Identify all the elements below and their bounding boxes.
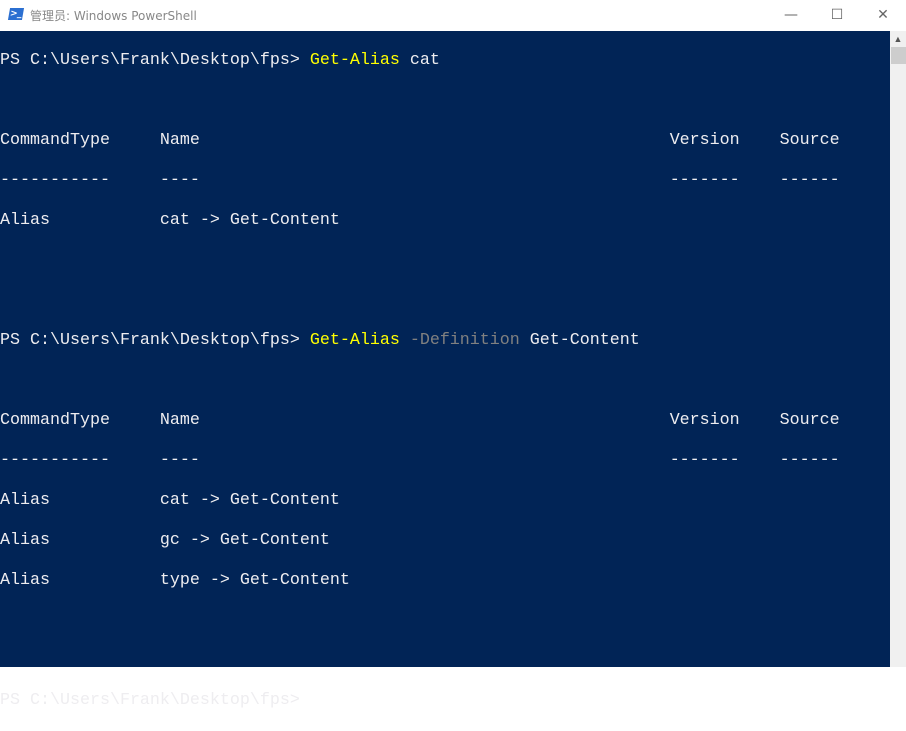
prompt-line[interactable]: PS C:\Users\Frank\Desktop\fps> <box>0 691 890 711</box>
vertical-scrollbar[interactable]: ▲ <box>890 31 906 667</box>
command: Get-Alias <box>309 331 400 350</box>
table-divider: ----------- ---- ------- ------ <box>0 171 840 190</box>
maximize-button[interactable]: ☐ <box>814 0 860 30</box>
parameter: -Definition <box>409 331 520 350</box>
table-row: Alias gc -> Get-Content <box>0 531 330 550</box>
window-title: 管理员: Windows PowerShell <box>30 9 197 23</box>
scroll-thumb[interactable] <box>891 47 906 64</box>
prompt: PS C:\Users\Frank\Desktop\fps> <box>0 51 310 70</box>
table-header: CommandType Name Version Source <box>0 411 840 430</box>
table-divider: ----------- ---- ------- ------ <box>0 451 840 470</box>
prompt: PS C:\Users\Frank\Desktop\fps> <box>0 691 310 710</box>
close-button[interactable]: ✕ <box>860 0 906 30</box>
prompt: PS C:\Users\Frank\Desktop\fps> <box>0 331 310 350</box>
prompt-line: PS C:\Users\Frank\Desktop\fps> Get-Alias… <box>0 331 890 351</box>
table-header: CommandType Name Version Source <box>0 131 840 150</box>
argument: cat <box>409 51 440 70</box>
scroll-up-arrow-icon[interactable]: ▲ <box>890 31 906 47</box>
table-row: Alias cat -> Get-Content <box>0 491 340 510</box>
table-row: Alias cat -> Get-Content <box>0 211 340 230</box>
prompt-line: PS C:\Users\Frank\Desktop\fps> Get-Alias… <box>0 51 890 71</box>
terminal[interactable]: PS C:\Users\Frank\Desktop\fps> Get-Alias… <box>0 31 890 710</box>
minimize-button[interactable]: — <box>768 0 814 30</box>
powershell-icon: >_ <box>7 8 25 20</box>
title-bar: >_ 管理员: Windows PowerShell — ☐ ✕ <box>0 0 906 30</box>
table-row: Alias type -> Get-Content <box>0 571 350 590</box>
command: Get-Alias <box>309 51 400 70</box>
argument: Get-Content <box>529 331 640 350</box>
